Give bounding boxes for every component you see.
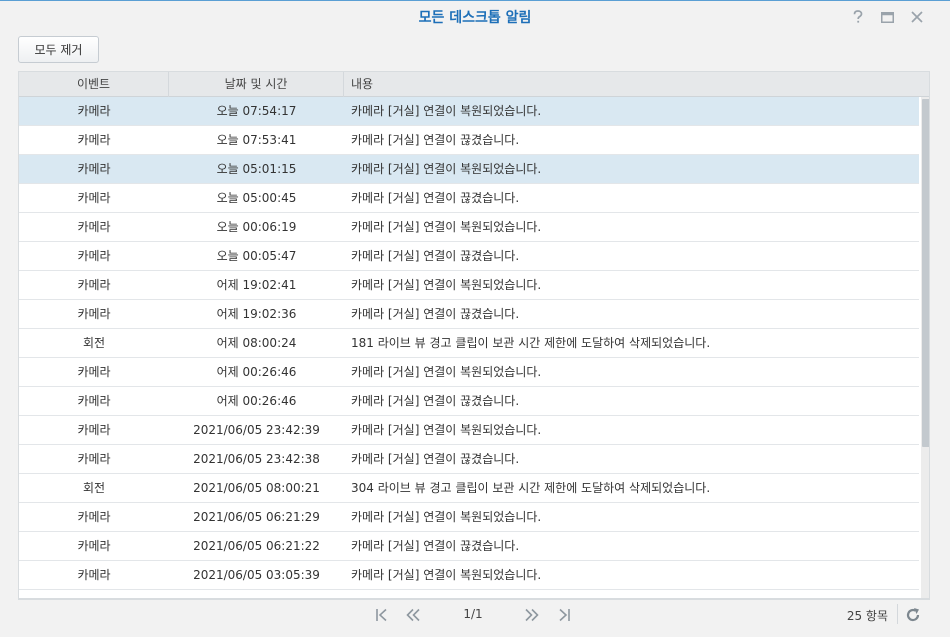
row-content: 카메라 [거실] 연결이 복원되었습니다. — [351, 278, 542, 292]
row-content: 카메라 [거실] 연결이 복원되었습니다. — [351, 365, 542, 379]
table-row[interactable]: 카메라 오늘 05:01:15 카메라 [거실] 연결이 복원되었습니다. — [19, 155, 919, 184]
pagination-bar: 1/1 25 항목 — [18, 599, 930, 629]
table-row[interactable]: 카메라 오늘 00:06:19 카메라 [거실] 연결이 복원되었습니다. — [19, 213, 919, 242]
row-datetime: 2021/06/05 03:05:39 — [193, 568, 320, 582]
row-event: 카메라 — [77, 104, 111, 118]
row-event: 카메라 — [77, 249, 111, 263]
row-datetime: 2021/06/05 23:42:38 — [193, 452, 320, 466]
row-content: 카메라 [거실] 연결이 끊겼습니다. — [351, 249, 520, 263]
row-content: 카메라 [거실] 연결이 복원되었습니다. — [351, 568, 542, 582]
row-datetime: 2021/06/05 06:21:22 — [193, 539, 320, 553]
row-content: 카메라 [거실] 연결이 끊겼습니다. — [351, 452, 520, 466]
row-event: 카메라 — [77, 539, 111, 553]
table-row[interactable]: 카메라 2021/06/05 23:42:39 카메라 [거실] 연결이 복원되었습… — [19, 416, 919, 445]
notifications-window: 모든 데스크톱 알림 모두 제거 이벤트 날짜 및 시간 내용 카메라 오늘 07 — [0, 0, 950, 637]
row-event: 회전 — [82, 336, 106, 350]
table-body: 카메라 오늘 07:54:17 카메라 [거실] 연결이 복원되었습니다. 카메라 오늘… — [19, 97, 919, 598]
column-header-event[interactable]: 이벤트 — [19, 72, 169, 97]
title-bar: 모든 데스크톱 알림 — [0, 1, 950, 33]
row-content: 카메라 [거실] 연결이 끊겼습니다. — [351, 133, 520, 147]
notifications-table: 이벤트 날짜 및 시간 내용 카메라 오늘 07:54:17 카메라 [거실] 연결… — [18, 71, 930, 599]
row-datetime: 오늘 07:54:17 — [216, 104, 297, 118]
close-icon[interactable] — [909, 9, 925, 25]
table-row[interactable]: 카메라 오늘 05:00:45 카메라 [거실] 연결이 끊겼습니다. — [19, 184, 919, 213]
row-event: 회전 — [82, 481, 106, 495]
row-datetime: 오늘 05:00:45 — [216, 191, 297, 205]
table-row[interactable]: 카메라 2021/06/05 03:05:39 카메라 [거실] 연결이 복원되었습… — [19, 561, 919, 590]
row-event: 카메라 — [77, 278, 111, 292]
row-content: 카메라 [거실] 연결이 끊겼습니다. — [351, 539, 520, 553]
page-info: 1/1 — [463, 607, 483, 621]
row-content: 카메라 [거실] 연결이 끊겼습니다. — [351, 307, 520, 321]
row-event: 카메라 — [77, 568, 111, 582]
row-content: 304 라이브 뷰 경고 클립이 보관 시간 제한에 도달하여 삭제되었습니다. — [351, 481, 711, 495]
table-row[interactable]: 카메라 어제 00:26:46 카메라 [거실] 연결이 끊겼습니다. — [19, 387, 919, 416]
first-page-icon[interactable] — [373, 606, 391, 624]
column-header-content[interactable]: 내용 — [344, 72, 929, 97]
item-count: 25 항목 — [846, 609, 888, 623]
table-row[interactable]: 카메라 어제 19:02:41 카메라 [거실] 연결이 복원되었습니다. — [19, 271, 919, 300]
row-event: 카메라 — [77, 133, 111, 147]
row-datetime: 어제 08:00:24 — [216, 336, 297, 350]
row-event: 카메라 — [77, 365, 111, 379]
window-title: 모든 데스크톱 알림 — [418, 10, 532, 26]
row-event: 카메라 — [77, 423, 111, 437]
table-row[interactable]: 회전 어제 08:00:24 181 라이브 뷰 경고 클립이 보관 시간 제한에 … — [19, 329, 919, 358]
row-content: 카메라 [거실] 연결이 복원되었습니다. — [351, 510, 542, 524]
row-datetime: 2021/06/05 23:42:39 — [193, 423, 320, 437]
column-header-datetime[interactable]: 날짜 및 시간 — [169, 72, 344, 97]
table-row[interactable]: 카메라 오늘 07:53:41 카메라 [거실] 연결이 끊겼습니다. — [19, 126, 919, 155]
row-datetime: 어제 00:26:46 — [216, 394, 297, 408]
row-event: 카메라 — [77, 191, 111, 205]
help-icon[interactable] — [850, 9, 866, 25]
row-datetime: 2021/06/05 06:21:29 — [193, 510, 320, 524]
clear-all-button[interactable]: 모두 제거 — [18, 36, 99, 63]
table-row[interactable]: 카메라 2021/06/05 23:42:38 카메라 [거실] 연결이 끊겼습니다… — [19, 445, 919, 474]
row-content: 카메라 [거실] 연결이 끊겼습니다. — [351, 394, 520, 408]
row-event: 카메라 — [77, 510, 111, 524]
table-row[interactable]: 카메라 오늘 00:05:47 카메라 [거실] 연결이 끊겼습니다. — [19, 242, 919, 271]
table-row[interactable]: 카메라 어제 19:02:36 카메라 [거실] 연결이 끊겼습니다. — [19, 300, 919, 329]
row-content: 카메라 [거실] 연결이 복원되었습니다. — [351, 104, 542, 118]
row-datetime: 오늘 00:05:47 — [216, 249, 297, 263]
scrollbar-thumb[interactable] — [922, 99, 929, 447]
table-row[interactable]: 회전 2021/06/05 08:00:21 304 라이브 뷰 경고 클립이 보관… — [19, 474, 919, 503]
row-content: 181 라이브 뷰 경고 클립이 보관 시간 제한에 도달하여 삭제되었습니다. — [351, 336, 711, 350]
next-page-icon[interactable] — [523, 606, 541, 624]
row-event: 카메라 — [77, 162, 111, 176]
table-header: 이벤트 날짜 및 시간 내용 — [19, 72, 929, 97]
table-row[interactable]: 카메라 2021/06/05 06:21:22 카메라 [거실] 연결이 끊겼습니다… — [19, 532, 919, 561]
maximize-icon[interactable] — [879, 9, 895, 25]
row-content: 카메라 [거실] 연결이 복원되었습니다. — [351, 423, 542, 437]
table-row[interactable]: 카메라 어제 00:26:46 카메라 [거실] 연결이 복원되었습니다. — [19, 358, 919, 387]
row-datetime: 오늘 05:01:15 — [216, 162, 297, 176]
pager-divider — [897, 604, 898, 624]
row-content: 카메라 [거실] 연결이 끊겼습니다. — [351, 191, 520, 205]
row-datetime: 어제 19:02:36 — [216, 307, 297, 321]
row-content: 카메라 [거실] 연결이 복원되었습니다. — [351, 162, 542, 176]
table-row[interactable]: 카메라 2021/06/05 06:21:29 카메라 [거실] 연결이 복원되었습… — [19, 503, 919, 532]
row-event: 카메라 — [77, 394, 111, 408]
row-event: 카메라 — [77, 307, 111, 321]
table-row[interactable]: 카메라 오늘 07:54:17 카메라 [거실] 연결이 복원되었습니다. — [19, 97, 919, 126]
row-datetime: 오늘 00:06:19 — [216, 220, 297, 234]
row-datetime: 2021/06/05 08:00:21 — [193, 481, 320, 495]
row-event: 카메라 — [77, 220, 111, 234]
previous-page-icon[interactable] — [404, 606, 422, 624]
vertical-scrollbar[interactable] — [921, 97, 929, 598]
refresh-icon[interactable] — [904, 606, 922, 624]
row-datetime: 오늘 07:53:41 — [216, 133, 297, 147]
last-page-icon[interactable] — [555, 606, 573, 624]
row-datetime: 어제 00:26:46 — [216, 365, 297, 379]
row-content: 카메라 [거실] 연결이 복원되었습니다. — [351, 220, 542, 234]
row-event: 카메라 — [77, 452, 111, 466]
row-datetime: 어제 19:02:41 — [216, 278, 297, 292]
